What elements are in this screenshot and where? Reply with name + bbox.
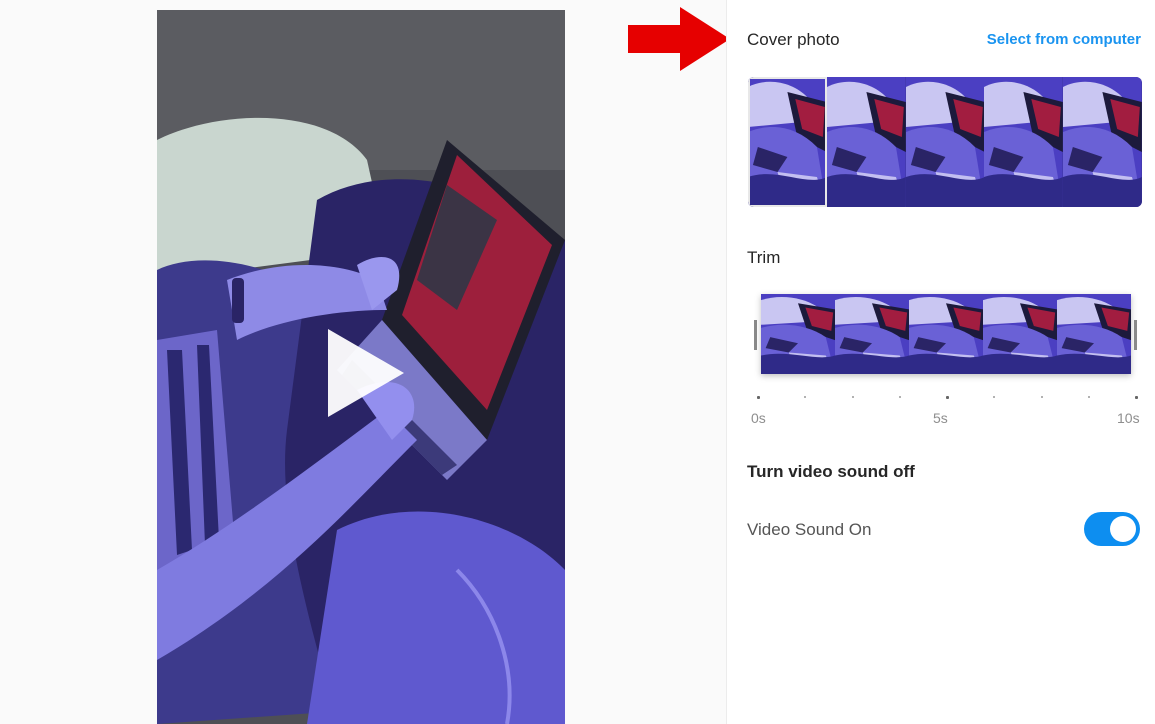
video-sound-toggle[interactable] xyxy=(1084,512,1140,546)
cover-photo-heading: Cover photo xyxy=(747,30,840,49)
timeline-tick xyxy=(757,396,760,399)
timeline-tick xyxy=(851,396,854,398)
play-icon[interactable] xyxy=(322,325,408,421)
time-label-end: 10s xyxy=(1117,410,1140,426)
trim-frame-3[interactable] xyxy=(909,294,983,374)
trim-end-handle[interactable] xyxy=(1134,320,1137,350)
video-sound-label: Video Sound On xyxy=(747,520,872,539)
timeline-tick xyxy=(993,396,996,398)
time-label-middle: 5s xyxy=(933,410,948,426)
timeline-tick xyxy=(946,396,949,399)
select-from-computer-link[interactable]: Select from computer xyxy=(987,31,1141,48)
timeline-tick xyxy=(898,396,901,398)
red-arrow-icon xyxy=(628,7,730,71)
timeline-tick xyxy=(1135,396,1138,399)
trim-start-handle[interactable] xyxy=(754,320,757,350)
cover-frame-4[interactable] xyxy=(984,77,1064,207)
time-label-start: 0s xyxy=(751,410,766,426)
trim-frame-2[interactable] xyxy=(835,294,909,374)
trim-frame-1[interactable] xyxy=(761,294,835,374)
trim-frame-4[interactable] xyxy=(983,294,1057,374)
trim-frame-5[interactable] xyxy=(1057,294,1131,374)
toggle-knob xyxy=(1110,516,1136,542)
cover-frame-2[interactable] xyxy=(826,77,906,207)
video-preview[interactable] xyxy=(157,10,565,724)
cover-photo-strip[interactable] xyxy=(748,77,1142,207)
sound-setting-heading: Turn video sound off xyxy=(747,462,915,481)
cover-frame-3[interactable] xyxy=(905,77,985,207)
trim-timeline-strip[interactable] xyxy=(761,294,1131,374)
timeline-tick xyxy=(804,396,807,398)
trim-heading: Trim xyxy=(747,248,781,267)
settings-panel: Cover photo Select from computer Trim 0s… xyxy=(727,0,1155,724)
timeline-tick xyxy=(1040,396,1043,398)
cover-frame-5[interactable] xyxy=(1063,77,1142,207)
timeline-tick xyxy=(1087,396,1090,398)
cover-frame-1[interactable] xyxy=(748,77,827,207)
video-preview-pane xyxy=(0,0,726,724)
trim-timeline-ticks xyxy=(757,396,1138,402)
